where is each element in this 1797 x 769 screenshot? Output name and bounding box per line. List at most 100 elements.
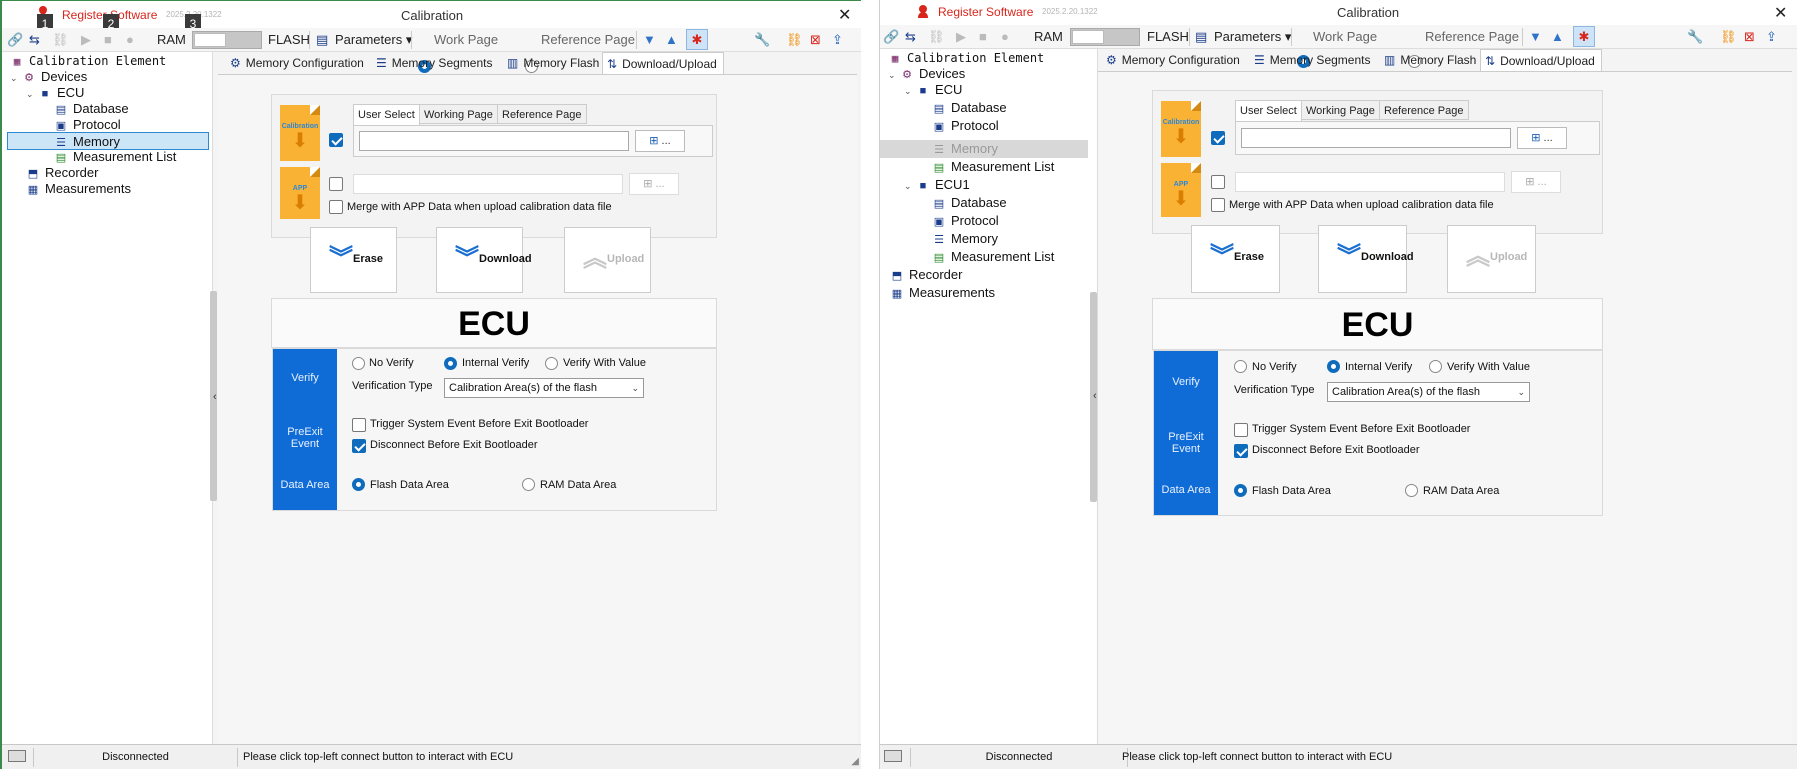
clear-icon[interactable]: ⊠ [810,32,821,48]
collapse-left-icon[interactable]: ‹ [213,391,217,403]
export-icon[interactable]: ⇪ [1766,29,1777,45]
trigger-event-checkbox[interactable] [352,418,366,432]
disconnect-icon[interactable]: ⛓ [928,29,945,45]
subtab-working-page[interactable]: Working Page [1301,100,1380,120]
tree-item-memory[interactable]: ☰ Memory [932,140,998,158]
connect-icon[interactable]: ⇆ [905,29,916,45]
download-button[interactable]: ︾ Download [1318,225,1414,293]
tree-item-measurement-list[interactable]: ▤ Measurement List [932,158,1055,176]
tree-item-database[interactable]: ▤ Database [932,99,1007,117]
resize-grip-icon[interactable]: ◢ [851,756,859,767]
ram-data-area-radio[interactable] [522,478,535,491]
filter-up-icon[interactable]: ▲ [665,32,678,48]
export-icon[interactable]: ⇪ [832,32,843,48]
calibration-checkbox[interactable] [1211,131,1225,145]
tab-memory-flash[interactable]: ▥ Memory Flash [1380,49,1476,71]
tree-item-measurements[interactable]: ▦ Measurements [26,180,131,198]
wrench-icon[interactable]: 🔧 [754,32,770,48]
ram-flash-toggle[interactable] [192,31,262,49]
no-verify-radio[interactable] [352,357,365,370]
wrench-icon[interactable]: 🔧 [1687,29,1703,45]
filter-down-icon[interactable]: ▼ [643,32,656,48]
erase-button[interactable]: ︾ Erase [310,227,397,293]
record-icon[interactable]: ● [1001,29,1009,45]
tab-memory-flash[interactable]: ▥ Memory Flash [503,52,599,74]
calibration-checkbox[interactable] [329,133,343,147]
upload-button[interactable]: ︽ Upload [564,227,651,293]
close-button[interactable]: ✕ [1774,3,1787,23]
app-browse-button[interactable]: ⊞ ... [1511,171,1561,193]
trigger-event-checkbox[interactable] [1234,423,1248,437]
stop-icon[interactable]: ■ [979,29,987,45]
ram-flash-toggle[interactable] [1070,28,1140,46]
flash-data-area-radio[interactable] [352,478,365,491]
calibration-browse-button[interactable]: ⊞ ... [635,130,685,152]
clear-icon[interactable]: ⊠ [1744,29,1755,45]
chain-icon[interactable]: ⛓ [1720,29,1737,45]
tree-item-measurement-list[interactable]: ▤ Measurement List [932,248,1055,266]
tab-memory-configuration[interactable]: ⚙ Memory Configuration [226,52,364,74]
tree-item-ecu1[interactable]: ⌄ ■ ECU1 [904,176,970,194]
subtab-user-select[interactable]: User Select [353,104,420,126]
parameters-dropdown[interactable]: Parameters ▾ [1214,29,1291,45]
verify-with-value-radio[interactable] [545,357,558,370]
tab-download-upload[interactable]: ⇅ Download/Upload [602,52,724,74]
no-verify-radio[interactable] [1234,360,1247,373]
tab-download-upload[interactable]: ⇅ Download/Upload [1480,49,1602,71]
calibration-browse-button[interactable]: ⊞ ... [1517,127,1567,149]
link-icon[interactable]: 🔗 [883,29,899,45]
internal-verify-radio[interactable] [444,357,457,370]
merge-checkbox[interactable] [329,200,343,214]
app-path-input[interactable] [1235,172,1505,192]
bug-icon[interactable]: ✱ [1573,26,1595,47]
bug-icon[interactable]: ✱ [686,29,708,50]
disconnect-checkbox[interactable] [1234,444,1248,458]
subtab-user-select[interactable]: User Select [1235,100,1302,122]
tree-item-database[interactable]: ▤ Database [932,194,1007,212]
subtab-working-page[interactable]: Working Page [419,104,498,124]
tree-item-memory[interactable]: ☰ Memory [932,230,998,248]
disconnect-checkbox[interactable] [352,439,366,453]
tree-item-ecu[interactable]: ⌄ ■ ECU [904,81,962,99]
app-checkbox[interactable] [329,177,343,191]
play-icon[interactable]: ▶ [81,32,91,48]
record-icon[interactable]: ● [126,32,134,48]
stop-icon[interactable]: ■ [104,32,112,48]
tab-memory-configuration[interactable]: ⚙ Memory Configuration [1102,49,1240,71]
link-icon[interactable]: 🔗 [7,32,23,48]
disconnect-icon[interactable]: ⛓ [52,32,69,48]
verify-with-value-radio[interactable] [1429,360,1442,373]
subtab-reference-page[interactable]: Reference Page [1379,100,1469,120]
tree-item-protocol[interactable]: ▣ Protocol [932,212,999,230]
connect-icon[interactable]: ⇆ [29,32,40,48]
app-checkbox[interactable] [1211,175,1225,189]
filter-down-icon[interactable]: ▼ [1529,29,1542,45]
filter-up-icon[interactable]: ▲ [1551,29,1564,45]
app-browse-button[interactable]: ⊞ ... [629,173,679,195]
subtab-reference-page[interactable]: Reference Page [497,104,587,124]
erase-button[interactable]: ︾ Erase [1191,225,1280,293]
internal-verify-radio[interactable] [1327,360,1340,373]
close-button[interactable]: ✕ [838,5,851,25]
tree-item-protocol[interactable]: ▣ Protocol [932,117,999,135]
download-button[interactable]: ︾ Download [436,227,532,293]
calibration-path-input[interactable] [359,131,629,151]
calibration-path-input[interactable] [1241,128,1511,148]
status-bar: Disconnected Please click top-left conne… [880,744,1797,769]
play-icon[interactable]: ▶ [956,29,966,45]
merge-checkbox[interactable] [1211,198,1225,212]
collapse-left-icon[interactable]: ‹ [1093,390,1097,402]
tab-memory-segments[interactable]: ☰ Memory Segments [372,52,492,74]
parameters-dropdown[interactable]: Parameters ▾ [335,32,412,48]
verification-type-select[interactable]: Calibration Area(s) of the flash ⌄ [444,378,644,398]
ecu-title: ECU [271,298,717,348]
upload-button[interactable]: ︽ Upload [1447,225,1536,293]
tree-item-measurements[interactable]: ▦ Measurements [890,284,995,302]
verification-type-select[interactable]: Calibration Area(s) of the flash ⌄ [1327,382,1530,402]
app-path-input[interactable] [353,174,623,194]
tab-memory-segments[interactable]: ☰ Memory Segments [1250,49,1370,71]
flash-data-area-radio[interactable] [1234,484,1247,497]
tree-item-recorder[interactable]: ⬒ Recorder [890,266,963,284]
chain-icon[interactable]: ⛓ [786,32,803,48]
ram-data-area-radio[interactable] [1405,484,1418,497]
